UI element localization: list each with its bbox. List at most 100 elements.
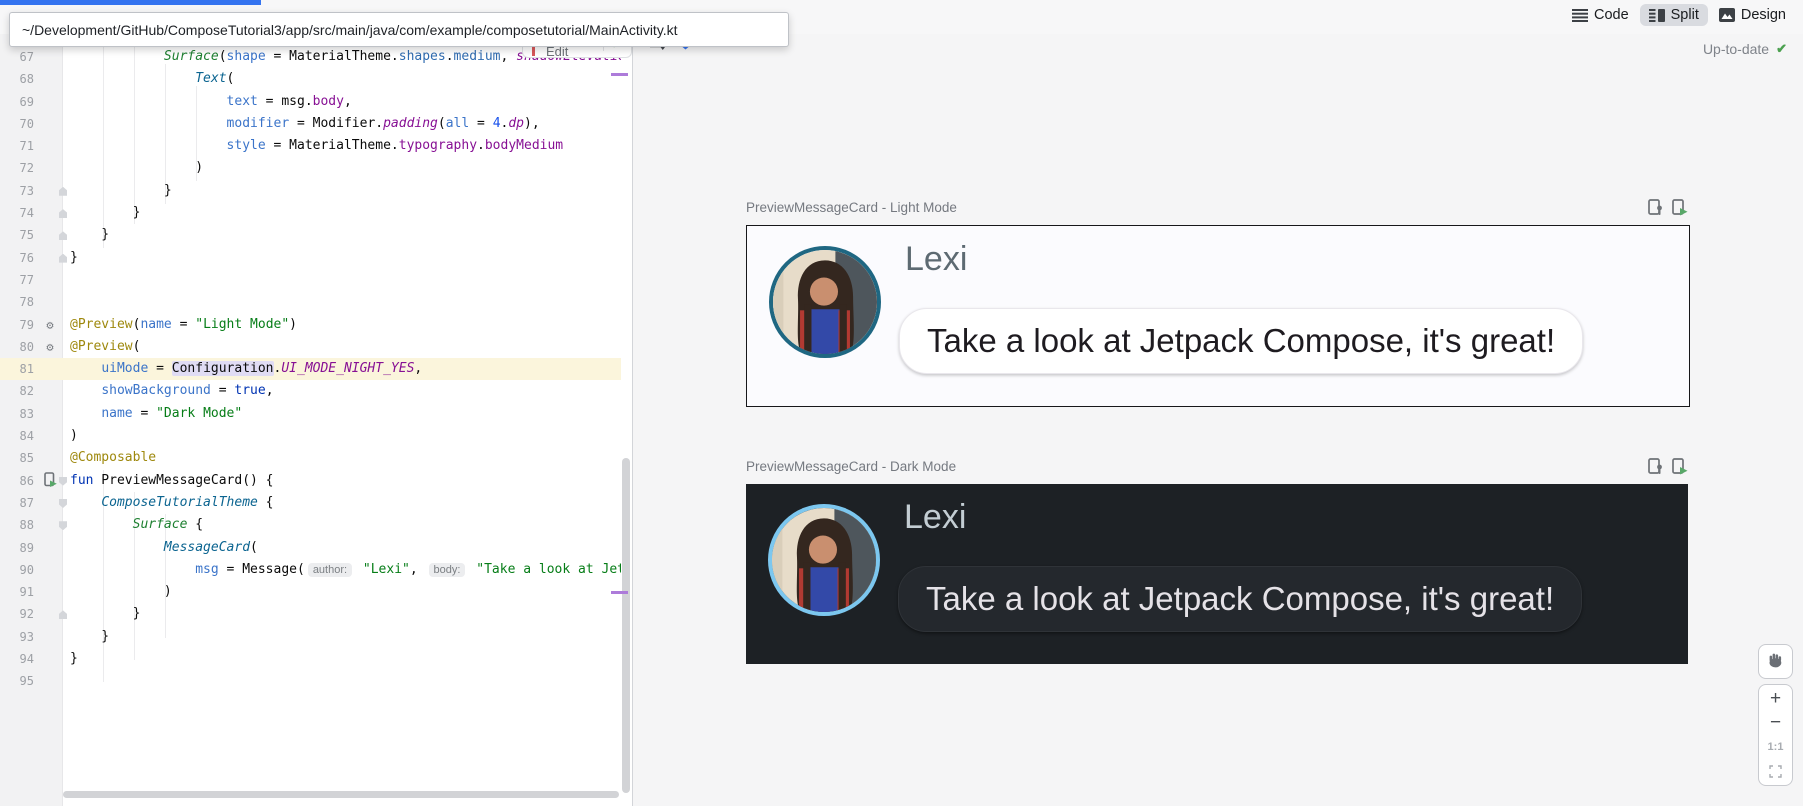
zoom-actual-size-button[interactable]: 1:1 xyxy=(1759,735,1792,759)
code-line-89[interactable]: 89 MessageCard( xyxy=(0,537,621,559)
android-studio-split-view: Code Split Design 67 xyxy=(0,0,1803,806)
code-line-73[interactable]: 73 } xyxy=(0,180,621,202)
code-text[interactable]: msg = Message(author: "Lexi", body: "Tak… xyxy=(70,559,621,581)
code-text[interactable]: ) xyxy=(70,425,78,447)
code-text[interactable]: modifier = Modifier.padding(all = 4.dp), xyxy=(70,113,540,135)
view-mode-design-button[interactable]: Design xyxy=(1710,4,1795,26)
run-preview-gutter-icon[interactable] xyxy=(42,470,58,492)
code-line-86[interactable]: 86fun PreviewMessageCard() { xyxy=(0,470,621,492)
code-line-83[interactable]: 83 name = "Dark Mode" xyxy=(0,403,621,425)
code-text[interactable]: Text( xyxy=(70,68,234,90)
code-line-68[interactable]: 68 Text( xyxy=(0,68,621,90)
zoom-to-fit-button[interactable] xyxy=(1759,759,1792,783)
code-text[interactable]: style = MaterialTheme.typography.bodyMed… xyxy=(70,135,563,157)
preview-panel-header-light: PreviewMessageCard - Light Mode xyxy=(746,199,1688,216)
code-line-80[interactable]: 80⚙ @Preview( xyxy=(0,336,621,358)
code-line-71[interactable]: 71 style = MaterialTheme.typography.body… xyxy=(0,135,621,157)
changed-lines-mark xyxy=(611,73,628,76)
fold-marker[interactable] xyxy=(58,224,70,246)
code-line-84[interactable]: 84) xyxy=(0,425,621,447)
zoom-out-button[interactable]: − xyxy=(1759,711,1792,735)
gutter-spacer xyxy=(42,135,58,157)
pan-hand-icon xyxy=(1767,651,1784,673)
line-number: 79 xyxy=(0,314,42,336)
code-text[interactable]: MessageCard( xyxy=(70,537,258,559)
code-line-91[interactable]: 91 ) xyxy=(0,581,621,603)
code-line-87[interactable]: 87 ComposeTutorialTheme { xyxy=(0,492,621,514)
code-lines[interactable]: 67 Surface(shape = MaterialTheme.shapes.… xyxy=(0,46,621,693)
file-path-tooltip: ~/Development/GitHub/ComposeTutorial3/ap… xyxy=(9,12,789,47)
run-preview-icon[interactable] xyxy=(1672,458,1688,475)
code-line-79[interactable]: 79⚙ @Preview(name = "Light Mode") xyxy=(0,314,621,336)
code-text[interactable]: } xyxy=(70,648,78,670)
fold-marker[interactable] xyxy=(58,470,70,492)
code-text[interactable]: } xyxy=(70,180,172,202)
code-line-75[interactable]: 75 } xyxy=(0,224,621,246)
zoom-in-button[interactable]: + xyxy=(1759,687,1792,711)
code-text[interactable]: showBackground = true, xyxy=(70,380,274,402)
code-text[interactable]: } xyxy=(70,224,109,246)
code-line-69[interactable]: 69 text = msg.body, xyxy=(0,91,621,113)
message-author: Lexi xyxy=(904,498,966,537)
avatar xyxy=(768,504,880,616)
interactive-preview-icon[interactable] xyxy=(1648,458,1664,475)
code-text[interactable]: Surface { xyxy=(70,514,203,536)
code-line-72[interactable]: 72 ) xyxy=(0,157,621,179)
code-line-90[interactable]: 90 msg = Message(author: "Lexi", body: "… xyxy=(0,559,621,581)
zoom-controls: + − 1:1 xyxy=(1758,684,1793,786)
fold-marker[interactable] xyxy=(58,603,70,625)
code-editor-pane[interactable]: 67 Surface(shape = MaterialTheme.shapes.… xyxy=(0,34,632,806)
code-text[interactable]: } xyxy=(70,202,140,224)
fold-marker[interactable] xyxy=(58,514,70,536)
code-text[interactable]: ComposeTutorialTheme { xyxy=(70,492,274,514)
code-text[interactable]: uiMode = Configuration.UI_MODE_NIGHT_YES… xyxy=(70,358,422,380)
code-line-95[interactable]: 95 xyxy=(0,670,621,692)
gutter-spacer xyxy=(42,380,58,402)
code-line-77[interactable]: 77 xyxy=(0,269,621,291)
code-text[interactable]: } xyxy=(70,247,78,269)
vertical-scrollbar[interactable] xyxy=(622,458,630,793)
code-line-70[interactable]: 70 modifier = Modifier.padding(all = 4.d… xyxy=(0,113,621,135)
code-text[interactable]: @Preview( xyxy=(70,336,140,358)
code-line-76[interactable]: 76} xyxy=(0,247,621,269)
horizontal-scrollbar[interactable] xyxy=(63,791,619,798)
interactive-preview-icon[interactable] xyxy=(1648,199,1664,216)
code-text[interactable]: text = msg.body, xyxy=(70,91,352,113)
code-text[interactable]: ) xyxy=(70,157,203,179)
code-text[interactable]: @Composable xyxy=(70,447,156,469)
view-mode-split-button[interactable]: Split xyxy=(1640,4,1708,26)
code-text[interactable]: } xyxy=(70,626,109,648)
line-number: 80 xyxy=(0,336,42,358)
fold-marker[interactable] xyxy=(58,202,70,224)
fold-marker[interactable] xyxy=(58,492,70,514)
fold-column xyxy=(58,291,70,313)
preview-card-dark[interactable]: Lexi Take a look at Jetpack Compose, it'… xyxy=(746,484,1688,664)
code-line-88[interactable]: 88 Surface { xyxy=(0,514,621,536)
code-line-82[interactable]: 82 showBackground = true, xyxy=(0,380,621,402)
gutter-spacer xyxy=(42,247,58,269)
code-text[interactable]: name = "Dark Mode" xyxy=(70,403,242,425)
fold-column xyxy=(58,358,70,380)
line-number: 93 xyxy=(0,626,42,648)
preview-card-light[interactable]: Lexi Take a look at Jetpack Compose, it'… xyxy=(746,225,1690,407)
preview-settings-gear-icon[interactable]: ⚙ xyxy=(42,314,58,336)
code-line-92[interactable]: 92 } xyxy=(0,603,621,625)
view-mode-code-button[interactable]: Code xyxy=(1563,4,1638,26)
run-preview-icon[interactable] xyxy=(1672,199,1688,216)
preview-settings-gear-icon[interactable]: ⚙ xyxy=(42,336,58,358)
line-number: 73 xyxy=(0,180,42,202)
code-text[interactable]: @Preview(name = "Light Mode") xyxy=(70,314,297,336)
fold-marker[interactable] xyxy=(58,247,70,269)
fold-marker[interactable] xyxy=(58,180,70,202)
code-line-85[interactable]: 85@Composable xyxy=(0,447,621,469)
pan-button[interactable] xyxy=(1758,644,1793,679)
code-line-93[interactable]: 93 } xyxy=(0,626,621,648)
code-line-81[interactable]: 81 uiMode = Configuration.UI_MODE_NIGHT_… xyxy=(0,358,621,380)
code-text[interactable]: fun PreviewMessageCard() { xyxy=(70,470,274,492)
code-line-74[interactable]: 74 } xyxy=(0,202,621,224)
code-line-94[interactable]: 94} xyxy=(0,648,621,670)
code-text[interactable]: } xyxy=(70,603,140,625)
code-text[interactable]: ) xyxy=(70,581,172,603)
line-number: 71 xyxy=(0,135,42,157)
code-line-78[interactable]: 78 xyxy=(0,291,621,313)
